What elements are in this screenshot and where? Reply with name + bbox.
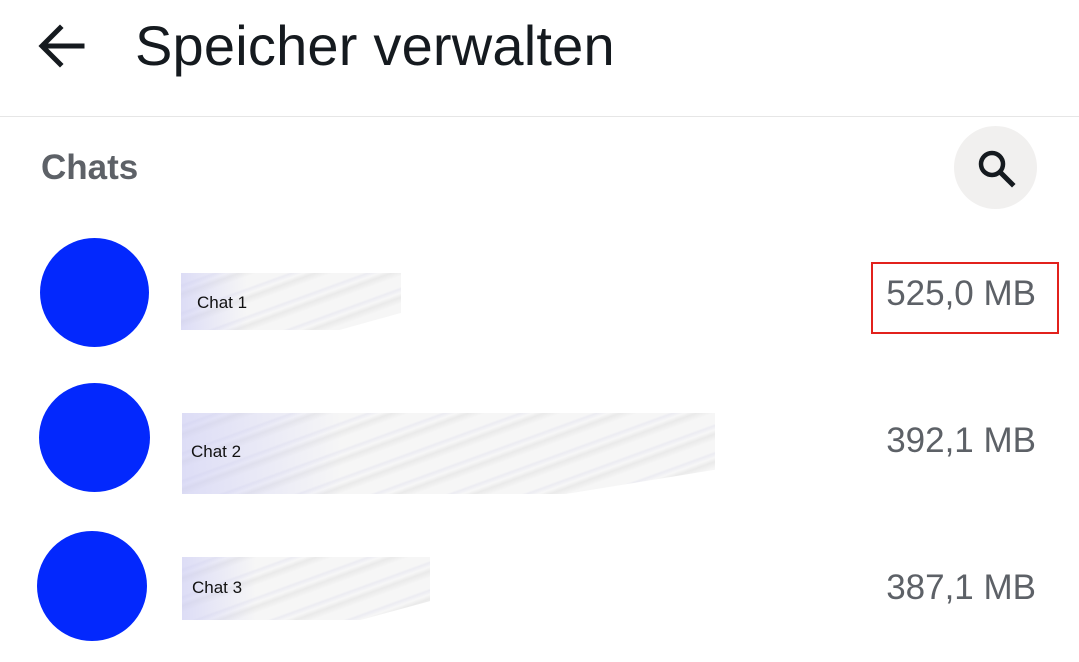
app-bar: Speicher verwalten bbox=[0, 0, 1079, 117]
back-button[interactable] bbox=[28, 16, 96, 76]
search-icon bbox=[978, 150, 1016, 188]
avatar bbox=[40, 238, 149, 347]
chat-size: 392,1 MB bbox=[886, 421, 1036, 460]
chat-name: Chat 2 bbox=[191, 442, 242, 461]
chat-name-strip bbox=[182, 413, 715, 494]
chat-row[interactable]: Chat 3 387,1 MB bbox=[0, 517, 1079, 657]
avatar bbox=[39, 383, 150, 492]
arrow-left-icon bbox=[38, 24, 85, 68]
section-title: Chats bbox=[41, 148, 139, 187]
page-title: Speicher verwalten bbox=[135, 14, 615, 77]
avatar bbox=[37, 531, 147, 641]
chat-size: 387,1 MB bbox=[886, 568, 1036, 607]
chat-name: Chat 3 bbox=[192, 578, 243, 597]
chat-name: Chat 1 bbox=[197, 293, 248, 312]
storage-screen: Speicher verwalten Chats Chat 1 525,0 MB… bbox=[0, 0, 1079, 662]
search-button[interactable] bbox=[954, 126, 1037, 209]
highlight-box bbox=[871, 262, 1059, 334]
chat-row[interactable]: Chat 2 392,1 MB bbox=[0, 370, 1079, 510]
